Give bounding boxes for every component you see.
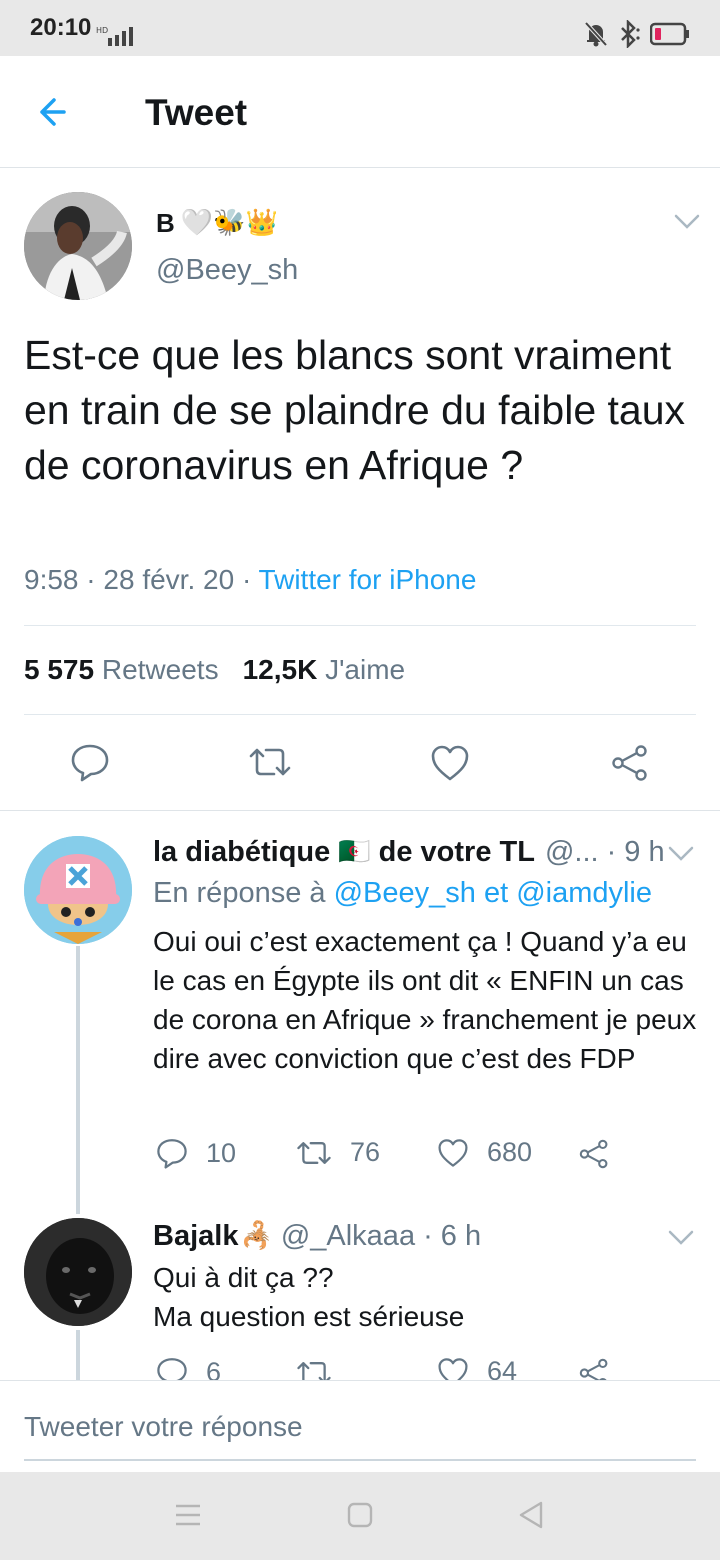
retweets-stat[interactable]: 5 575 Retweets xyxy=(24,654,219,685)
menu-icon[interactable] xyxy=(174,1500,202,1530)
retweets-label: Retweets xyxy=(101,654,219,685)
retweet-icon[interactable] xyxy=(248,744,292,780)
mention-link[interactable]: @iamdylie xyxy=(516,877,652,909)
reply-count: 10 xyxy=(206,1137,237,1168)
reply-input[interactable]: Tweeter votre réponse xyxy=(24,1411,303,1443)
author-avatar[interactable] xyxy=(24,192,132,300)
author-emojis: 🤍🐝👑 xyxy=(180,208,278,238)
reply-button[interactable]: 10 xyxy=(156,1137,236,1169)
mute-icon xyxy=(584,21,608,47)
scorpion-emoji-icon: 🦂 xyxy=(240,1221,273,1251)
reply-text-line: Qui à dit ça ?? xyxy=(153,1262,334,1293)
meta-separator: · xyxy=(86,564,96,595)
retweet-button[interactable]: 76 xyxy=(296,1137,380,1168)
in-reply-prefix: En réponse à xyxy=(153,877,326,909)
tweet-time: 9:58 xyxy=(24,564,79,595)
back-arrow-icon[interactable] xyxy=(30,92,82,132)
algeria-flag-icon: 🇩🇿 xyxy=(338,837,371,867)
back-triangle-icon[interactable] xyxy=(517,1500,545,1530)
signal-icon: HD xyxy=(96,26,133,46)
thread-line xyxy=(76,946,80,1214)
in-reply-and: et xyxy=(483,877,509,909)
in-reply-to: En réponse à @Beey_sh et @iamdylie xyxy=(153,877,652,910)
top-app-bar: Tweet xyxy=(0,56,720,168)
author-handle[interactable]: @Beey_sh xyxy=(156,254,298,287)
status-time: 20:10 xyxy=(30,14,92,41)
reply-time: · 6 h xyxy=(423,1219,482,1252)
mention-link[interactable]: @Beey_sh xyxy=(334,877,476,909)
like-count: 680 xyxy=(487,1137,533,1167)
divider xyxy=(24,714,696,715)
share-icon[interactable] xyxy=(610,744,650,782)
reply-author-handle: @_Alkaaa xyxy=(280,1219,416,1252)
retweet-count: 76 xyxy=(350,1137,381,1167)
retweet-icon xyxy=(297,1141,331,1164)
reply-icon[interactable] xyxy=(70,742,110,782)
divider xyxy=(0,810,720,811)
reply-header[interactable]: Bajalk 🦂 @_Alkaaa · 6 h xyxy=(153,1216,481,1256)
author-name-row[interactable]: B 🤍🐝👑 xyxy=(156,203,278,243)
tweet-meta: 9:58 · 28 févr. 20 · Twitter for iPhone xyxy=(24,564,476,596)
reply-time: · 9 h xyxy=(606,835,665,868)
like-icon xyxy=(438,1138,468,1167)
reply-avatar[interactable] xyxy=(24,836,132,944)
retweets-count: 5 575 xyxy=(24,654,95,685)
tweet-source-link[interactable]: Twitter for iPhone xyxy=(259,564,477,595)
likes-count: 12,5K xyxy=(242,654,318,685)
reply-header[interactable]: la diabétique 🇩🇿 de votre TL @... · 9 h xyxy=(153,832,665,872)
reply-compose-bar: Tweeter votre réponse xyxy=(0,1380,720,1472)
reply-text: Qui à dit ça ?? Ma question est sérieuse xyxy=(153,1258,698,1336)
reply-text: Oui oui c’est exactement ça ! Quand y’a … xyxy=(153,926,697,1074)
chevron-down-icon[interactable] xyxy=(666,844,696,864)
reply-author-name-suffix: de votre TL xyxy=(378,835,535,868)
reply-icon xyxy=(157,1139,187,1169)
meta-separator: · xyxy=(241,564,252,595)
reply-author-handle: @... xyxy=(544,835,599,868)
input-underline xyxy=(24,1459,696,1461)
reply-author-name: Bajalk xyxy=(153,1219,239,1252)
tweet-stats: 5 575 Retweets 12,5K J'aime xyxy=(24,654,405,686)
thread-line xyxy=(76,1330,80,1380)
like-icon[interactable] xyxy=(431,745,469,781)
author-name: B xyxy=(156,207,175,238)
reply-avatar[interactable] xyxy=(24,1218,132,1326)
bluetooth-icon xyxy=(621,20,640,48)
share-icon[interactable] xyxy=(578,1138,610,1170)
likes-stat[interactable]: 12,5K J'aime xyxy=(243,654,406,685)
divider xyxy=(24,625,696,626)
svg-text:HD: HD xyxy=(96,26,108,35)
tweet-text: Est-ce que les blancs sont vraiment en t… xyxy=(24,332,686,488)
status-bar: 20:10 HD xyxy=(0,0,720,56)
battery-icon xyxy=(650,22,689,46)
like-button[interactable]: 680 xyxy=(437,1137,532,1168)
reply-author-name: la diabétique xyxy=(153,835,331,868)
system-nav-bar xyxy=(0,1472,720,1560)
home-icon[interactable] xyxy=(346,1500,374,1530)
page-title: Tweet xyxy=(145,92,248,133)
chevron-down-icon[interactable] xyxy=(672,212,702,232)
chevron-down-icon[interactable] xyxy=(666,1228,696,1248)
likes-label: J'aime xyxy=(325,654,406,685)
reply-text-line: Ma question est sérieuse xyxy=(153,1301,465,1332)
tweet-date: 28 févr. 20 xyxy=(103,564,235,595)
